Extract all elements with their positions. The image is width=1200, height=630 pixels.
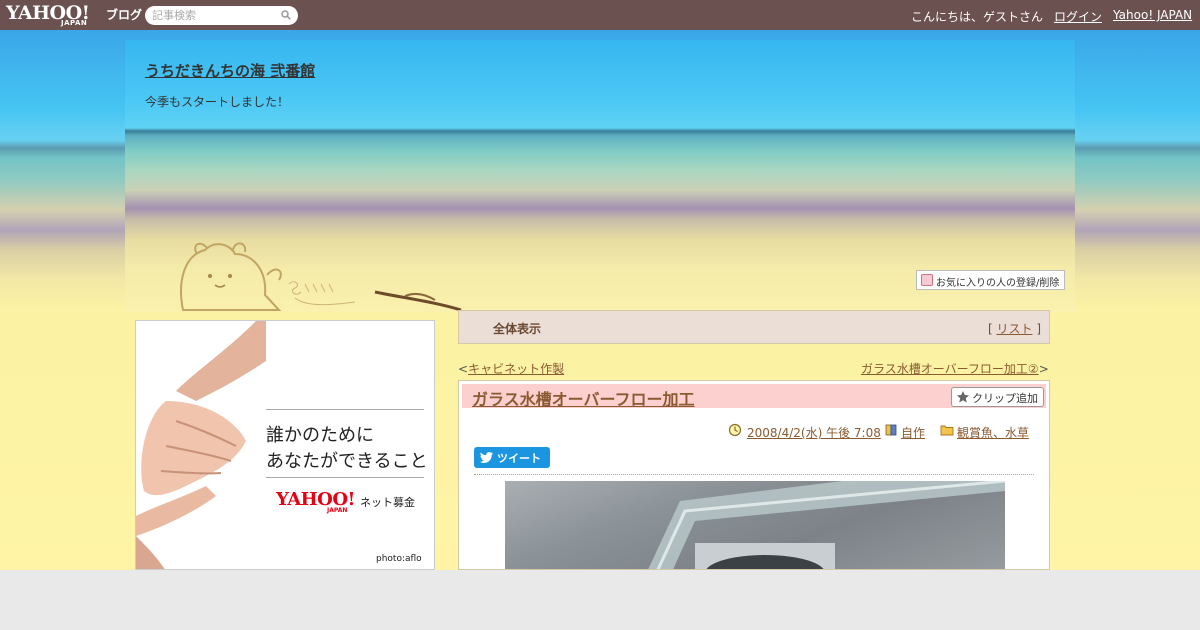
article-title-bar: ガラス水槽オーバーフロー加工 クリップ追加: [462, 384, 1046, 410]
article-divider: [474, 474, 1034, 475]
logo-sub: JAPAN: [61, 19, 88, 27]
next-article-nav: ガラス水槽オーバーフロー加工②>: [861, 360, 1049, 377]
handshake-image: [136, 321, 266, 569]
ad-headline-1: 誰かのために: [266, 425, 374, 446]
top-bar: YAHOO! JAPAN ブログ こんにちは、ゲストさん ログイン Yahoo!…: [0, 0, 1200, 30]
tweet-label: ツイート: [497, 452, 541, 465]
search-box: [145, 6, 298, 25]
book-icon: [885, 424, 897, 436]
bear-illustration: [180, 242, 282, 311]
tweet-button[interactable]: ツイート: [474, 447, 550, 468]
summer-vacation-doodle: [288, 281, 462, 312]
aquarium-photo-detail: [648, 481, 1005, 569]
next-article-link[interactable]: ガラス水槽オーバーフロー加工②: [861, 362, 1039, 376]
next-mark: >: [1038, 362, 1049, 376]
twitter-bird-icon: [480, 452, 493, 463]
blog-subtitle: 今季もスタートしました！: [145, 95, 290, 109]
yahoo-japan-link[interactable]: Yahoo! JAPAN: [1113, 8, 1192, 22]
prev-article-nav: <キャビネット作製: [458, 360, 564, 377]
ad-headline-2: あなたができること: [266, 451, 428, 472]
aquarium-photo[interactable]: [505, 481, 1005, 569]
sidebar-ad-banner[interactable]: 誰かのために あなたができること YAHOO! JAPAN ネット募金 phot…: [135, 320, 435, 570]
greeting-text: こんにちは、ゲストさん: [911, 10, 1044, 24]
logo-blog: ブログ: [106, 8, 143, 22]
page-footer-area: [0, 570, 1200, 630]
article-title[interactable]: ガラス水槽オーバーフロー加工: [472, 386, 695, 410]
view-mode-bar: 全体表示 [ リスト ]: [458, 310, 1050, 344]
category-1-link[interactable]: 自作: [901, 426, 925, 440]
search-input[interactable]: [152, 7, 272, 24]
article-date-link[interactable]: 2008/4/2(水) 午後 7:08: [747, 426, 881, 440]
ad-rule-bottom: [266, 477, 424, 478]
article-card: ガラス水槽オーバーフロー加工 クリップ追加 2008/4/2(水) 午後 7:0…: [458, 380, 1050, 570]
clock-icon: [728, 423, 742, 437]
list-view-toggle: [ リスト ]: [988, 320, 1041, 337]
list-view-link[interactable]: リスト: [996, 322, 1032, 336]
bracket-close: ]: [1036, 322, 1041, 336]
favorites-icon: [921, 274, 933, 286]
ad-service-name: ネット募金: [360, 496, 415, 509]
search-icon[interactable]: [281, 10, 291, 20]
favorites-button-label: お気に入りの人の登録/削除: [936, 278, 1060, 289]
prev-mark: <: [458, 362, 469, 376]
category-2: 観賞魚、水草: [957, 424, 1029, 441]
clip-add-label: クリップ追加: [972, 392, 1038, 405]
article-date: 2008/4/2(水) 午後 7:08: [747, 424, 881, 441]
category-2-link[interactable]: 観賞魚、水草: [957, 426, 1029, 440]
ad-yahoo-logo-sub: JAPAN: [327, 507, 348, 514]
bracket-open: [: [987, 322, 993, 336]
favorites-register-button[interactable]: お気に入りの人の登録/削除: [916, 270, 1065, 290]
category-1: 自作: [901, 424, 925, 441]
view-all-label: 全体表示: [493, 322, 542, 336]
clip-add-button[interactable]: クリップ追加: [951, 387, 1044, 407]
ad-photo-credit: photo:aflo: [376, 554, 422, 564]
login-link[interactable]: ログイン: [1054, 8, 1102, 25]
prev-article-link[interactable]: キャビネット作製: [468, 362, 564, 376]
ad-rule-top: [266, 409, 424, 410]
blog-header-banner: うちだきんちの海 弐番館 今季もスタートしました！ お気に入りの人の登録/削除: [125, 40, 1075, 312]
folder-icon: [940, 425, 954, 436]
star-icon: [957, 391, 969, 403]
blog-title[interactable]: うちだきんちの海 弐番館: [145, 60, 315, 81]
